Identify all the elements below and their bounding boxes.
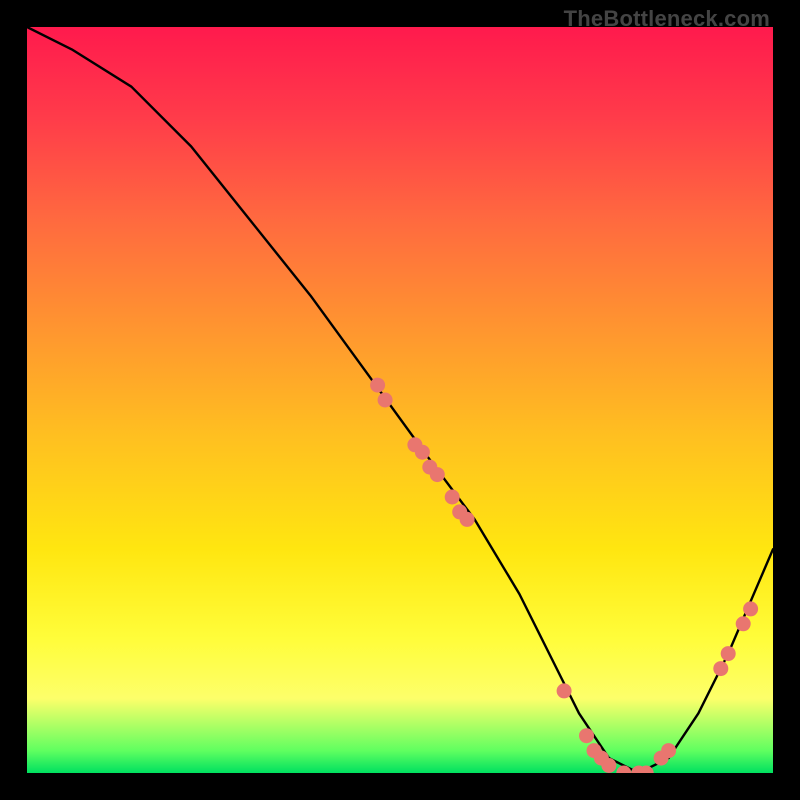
- gradient-plot-area: [27, 27, 773, 773]
- watermark-text: TheBottleneck.com: [564, 6, 770, 32]
